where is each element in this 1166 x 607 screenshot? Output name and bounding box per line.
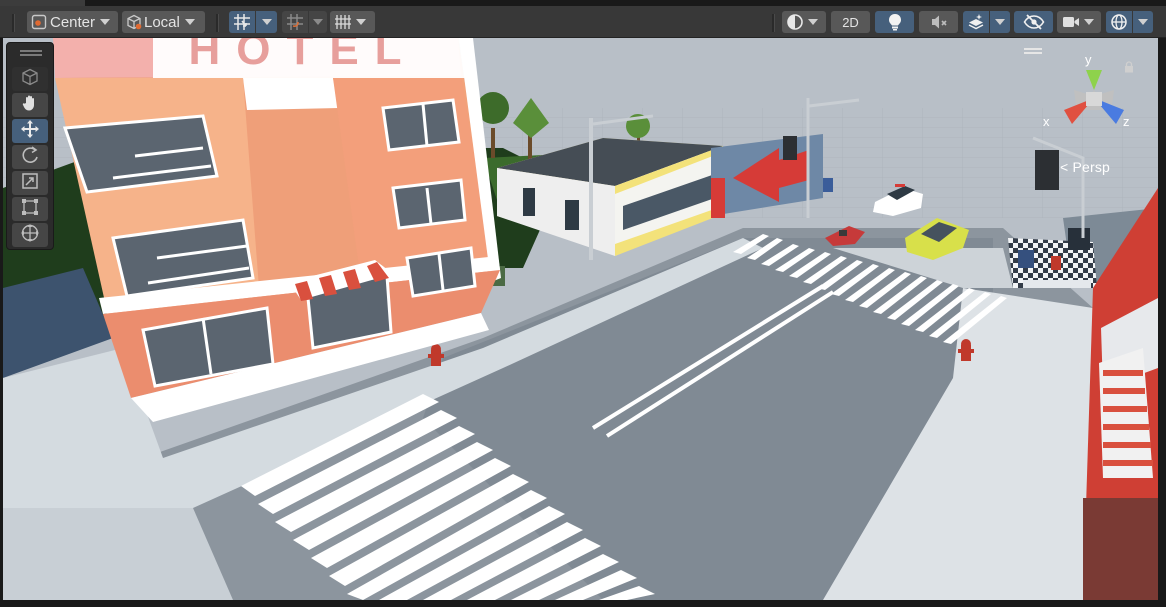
draw-mode-dropdown[interactable]	[782, 11, 826, 33]
scale-icon	[21, 172, 39, 195]
effects-icon	[967, 13, 985, 31]
pivot-rotation-label: Local	[144, 13, 180, 31]
chevron-down-icon	[261, 19, 272, 25]
chevron-down-icon	[1084, 19, 1094, 25]
x-axis-label: x	[1043, 114, 1050, 129]
audio-mute-icon	[930, 14, 948, 30]
pivot-mode-label: Center	[50, 13, 96, 31]
audio-toggle[interactable]	[919, 11, 958, 33]
lighting-toggle[interactable]	[875, 11, 914, 33]
gizmos-toggle[interactable]	[1106, 11, 1132, 33]
move-icon	[20, 119, 40, 144]
effects-toggle[interactable]	[963, 11, 989, 33]
scale-tool-button[interactable]	[12, 171, 48, 195]
pivot-rotation-dropdown[interactable]: Local	[122, 11, 205, 33]
view-2d-label: 2D	[842, 14, 859, 30]
chevron-down-icon	[1138, 19, 1148, 25]
grid-visibility-icon	[334, 14, 352, 30]
orientation-gizmo[interactable]: y x z	[1034, 48, 1154, 158]
rotate-icon	[20, 145, 40, 170]
transform-tool-button[interactable]	[12, 223, 48, 247]
toolbar-grip[interactable]	[216, 14, 219, 32]
increment-snap-icon	[286, 13, 304, 31]
scene-render: HOTEL	[3, 38, 1158, 600]
pivot-mode-dropdown[interactable]: Center	[27, 11, 118, 33]
tool-palette	[6, 42, 54, 250]
gizmos-icon	[1110, 13, 1128, 31]
viewport-right-edge	[1158, 38, 1166, 600]
palette-drag-handle[interactable]	[20, 50, 42, 56]
rect-tool-button[interactable]	[12, 197, 48, 221]
hand-icon	[21, 94, 39, 117]
chevron-down-icon	[184, 19, 195, 25]
view-2d-toggle[interactable]: 2D	[831, 11, 870, 33]
rect-transform-icon	[21, 198, 39, 221]
viewport-bottom-edge	[0, 600, 1166, 607]
scene-toolbar: Center Local 2D	[0, 6, 1166, 38]
scene-viewport[interactable]: HOTEL	[3, 38, 1158, 600]
move-tool-button[interactable]	[12, 119, 48, 143]
scene-visibility-toggle[interactable]	[1014, 11, 1053, 33]
cube-icon	[21, 68, 39, 91]
scene-visibility-icon	[1023, 14, 1045, 30]
draw-mode-icon	[786, 13, 804, 31]
camera-settings-dropdown[interactable]	[1057, 11, 1101, 33]
chevron-down-icon	[313, 19, 323, 25]
camera-icon	[1062, 15, 1080, 29]
hotel-sign: HOTEL	[188, 38, 417, 74]
projection-label: Persp	[1072, 159, 1111, 175]
transform-icon	[20, 223, 40, 248]
chevron-down-icon	[100, 19, 111, 25]
chevron-down-icon	[356, 19, 366, 25]
toolbar-grip[interactable]	[12, 14, 15, 32]
effects-dropdown[interactable]	[990, 11, 1010, 33]
local-rotation-icon	[126, 14, 142, 30]
increment-snap-toggle[interactable]	[282, 11, 308, 33]
grid-snap-icon	[233, 13, 251, 31]
grid-snap-dropdown[interactable]	[256, 11, 277, 33]
view-tool-button[interactable]	[12, 93, 48, 117]
gizmos-dropdown[interactable]	[1133, 11, 1153, 33]
view-mode-button[interactable]	[12, 67, 48, 91]
y-axis-cone[interactable]	[1086, 70, 1102, 90]
increment-snap-dropdown[interactable]	[309, 11, 327, 33]
chevron-down-icon	[995, 19, 1005, 25]
grid-visibility-dropdown[interactable]	[330, 11, 375, 33]
y-axis-label: y	[1085, 52, 1092, 67]
rotate-tool-button[interactable]	[12, 145, 48, 169]
lighting-icon	[887, 13, 903, 31]
chevron-down-icon	[808, 19, 818, 25]
z-axis-label: z	[1123, 114, 1130, 129]
gizmo-center-cube[interactable]	[1086, 92, 1102, 106]
grid-snap-toggle[interactable]	[229, 11, 255, 33]
projection-toggle[interactable]: < Persp	[1060, 159, 1110, 175]
pivot-icon	[31, 14, 47, 30]
toolbar-grip[interactable]	[772, 14, 775, 32]
